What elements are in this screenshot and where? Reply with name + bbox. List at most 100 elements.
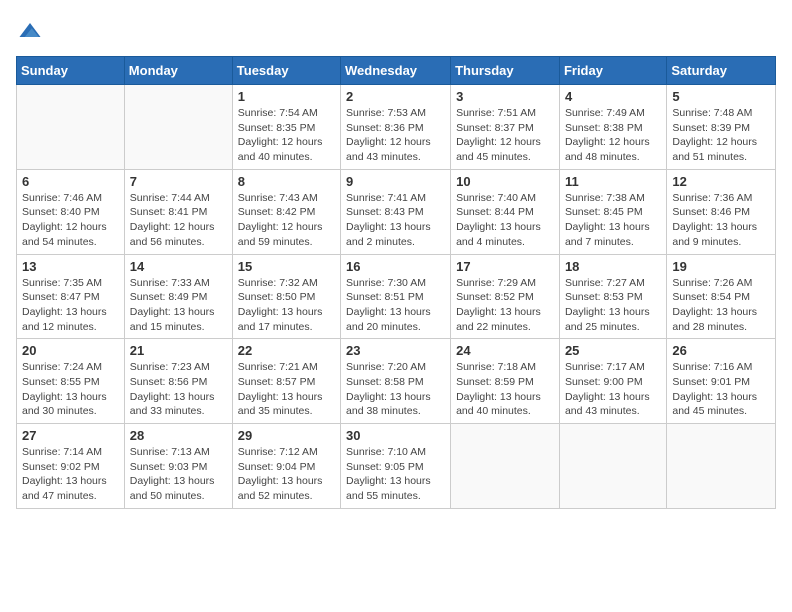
day-info: Sunrise: 7:51 AM Sunset: 8:37 PM Dayligh… <box>456 106 554 165</box>
day-info: Sunrise: 7:18 AM Sunset: 8:59 PM Dayligh… <box>456 360 554 419</box>
day-info: Sunrise: 7:49 AM Sunset: 8:38 PM Dayligh… <box>565 106 661 165</box>
day-number: 24 <box>456 343 554 358</box>
weekday-header: Monday <box>124 57 232 85</box>
day-number: 21 <box>130 343 227 358</box>
day-number: 9 <box>346 174 445 189</box>
day-info: Sunrise: 7:53 AM Sunset: 8:36 PM Dayligh… <box>346 106 445 165</box>
calendar-cell: 13Sunrise: 7:35 AM Sunset: 8:47 PM Dayli… <box>17 254 125 339</box>
day-info: Sunrise: 7:35 AM Sunset: 8:47 PM Dayligh… <box>22 276 119 335</box>
calendar-cell <box>559 424 666 509</box>
weekday-header: Wednesday <box>341 57 451 85</box>
calendar-cell: 22 Sunrise: 7:21 AM Sunset: 8:57 PM Dayli… <box>232 339 340 424</box>
calendar-cell: 18 Sunrise: 7:27 AM Sunset: 8:53 PM Dayli… <box>559 254 666 339</box>
day-info: Sunrise: 7:40 AM Sunset: 8:44 PM Dayligh… <box>456 191 554 250</box>
day-number: 7 <box>130 174 227 189</box>
day-number: 17 <box>456 259 554 274</box>
day-number: 23 <box>346 343 445 358</box>
weekday-header: Friday <box>559 57 666 85</box>
weekday-header: Tuesday <box>232 57 340 85</box>
day-info: Sunrise: 7:16 AM Sunset: 9:01 PM Dayligh… <box>672 360 770 419</box>
calendar-cell: 26 Sunrise: 7:16 AM Sunset: 9:01 PM Dayli… <box>667 339 776 424</box>
calendar-cell: 2 Sunrise: 7:53 AM Sunset: 8:36 PM Daylig… <box>341 85 451 170</box>
day-number: 27 <box>22 428 119 443</box>
day-info: Sunrise: 7:32 AM Sunset: 8:50 PM Dayligh… <box>238 276 335 335</box>
calendar-cell <box>451 424 560 509</box>
day-info: Sunrise: 7:36 AM Sunset: 8:46 PM Dayligh… <box>672 191 770 250</box>
calendar-cell: 4 Sunrise: 7:49 AM Sunset: 8:38 PM Daylig… <box>559 85 666 170</box>
calendar-cell: 8 Sunrise: 7:43 AM Sunset: 8:42 PM Daylig… <box>232 169 340 254</box>
day-info: Sunrise: 7:12 AM Sunset: 9:04 PM Dayligh… <box>238 445 335 504</box>
weekday-header: Thursday <box>451 57 560 85</box>
calendar-cell: 15 Sunrise: 7:32 AM Sunset: 8:50 PM Dayli… <box>232 254 340 339</box>
calendar-cell <box>667 424 776 509</box>
calendar-week-row: 6 Sunrise: 7:46 AM Sunset: 8:40 PM Daylig… <box>17 169 776 254</box>
day-number: 26 <box>672 343 770 358</box>
logo <box>16 16 48 44</box>
day-number: 25 <box>565 343 661 358</box>
calendar-cell: 11 Sunrise: 7:38 AM Sunset: 8:45 PM Dayli… <box>559 169 666 254</box>
calendar-cell: 12 Sunrise: 7:36 AM Sunset: 8:46 PM Dayli… <box>667 169 776 254</box>
day-info: Sunrise: 7:10 AM Sunset: 9:05 PM Dayligh… <box>346 445 445 504</box>
day-info: Sunrise: 7:27 AM Sunset: 8:53 PM Dayligh… <box>565 276 661 335</box>
day-number: 10 <box>456 174 554 189</box>
day-info: Sunrise: 7:13 AM Sunset: 9:03 PM Dayligh… <box>130 445 227 504</box>
day-number: 4 <box>565 89 661 104</box>
calendar-cell: 17 Sunrise: 7:29 AM Sunset: 8:52 PM Dayli… <box>451 254 560 339</box>
day-number: 19 <box>672 259 770 274</box>
calendar-cell: 30 Sunrise: 7:10 AM Sunset: 9:05 PM Dayli… <box>341 424 451 509</box>
calendar-week-row: 20 Sunrise: 7:24 AM Sunset: 8:55 PM Dayli… <box>17 339 776 424</box>
day-info: Sunrise: 7:46 AM Sunset: 8:40 PM Dayligh… <box>22 191 119 250</box>
calendar-cell: 1Sunrise: 7:54 AM Sunset: 8:35 PM Daylig… <box>232 85 340 170</box>
day-number: 28 <box>130 428 227 443</box>
day-number: 8 <box>238 174 335 189</box>
day-number: 12 <box>672 174 770 189</box>
page-header <box>16 16 776 44</box>
calendar-cell: 29 Sunrise: 7:12 AM Sunset: 9:04 PM Dayli… <box>232 424 340 509</box>
calendar-cell <box>124 85 232 170</box>
calendar-week-row: 13Sunrise: 7:35 AM Sunset: 8:47 PM Dayli… <box>17 254 776 339</box>
day-info: Sunrise: 7:38 AM Sunset: 8:45 PM Dayligh… <box>565 191 661 250</box>
calendar-cell: 6 Sunrise: 7:46 AM Sunset: 8:40 PM Daylig… <box>17 169 125 254</box>
calendar-cell: 20 Sunrise: 7:24 AM Sunset: 8:55 PM Dayli… <box>17 339 125 424</box>
day-number: 2 <box>346 89 445 104</box>
day-info: Sunrise: 7:30 AM Sunset: 8:51 PM Dayligh… <box>346 276 445 335</box>
day-number: 20 <box>22 343 119 358</box>
day-info: Sunrise: 7:44 AM Sunset: 8:41 PM Dayligh… <box>130 191 227 250</box>
day-info: Sunrise: 7:24 AM Sunset: 8:55 PM Dayligh… <box>22 360 119 419</box>
calendar-cell: 21Sunrise: 7:23 AM Sunset: 8:56 PM Dayli… <box>124 339 232 424</box>
day-number: 6 <box>22 174 119 189</box>
day-number: 16 <box>346 259 445 274</box>
calendar-cell: 14 Sunrise: 7:33 AM Sunset: 8:49 PM Dayli… <box>124 254 232 339</box>
day-number: 5 <box>672 89 770 104</box>
day-info: Sunrise: 7:48 AM Sunset: 8:39 PM Dayligh… <box>672 106 770 165</box>
day-info: Sunrise: 7:41 AM Sunset: 8:43 PM Dayligh… <box>346 191 445 250</box>
weekday-header: Sunday <box>17 57 125 85</box>
day-info: Sunrise: 7:21 AM Sunset: 8:57 PM Dayligh… <box>238 360 335 419</box>
day-info: Sunrise: 7:14 AM Sunset: 9:02 PM Dayligh… <box>22 445 119 504</box>
calendar-cell: 19 Sunrise: 7:26 AM Sunset: 8:54 PM Dayli… <box>667 254 776 339</box>
day-number: 3 <box>456 89 554 104</box>
calendar-cell: 9 Sunrise: 7:41 AM Sunset: 8:43 PM Daylig… <box>341 169 451 254</box>
day-info: Sunrise: 7:20 AM Sunset: 8:58 PM Dayligh… <box>346 360 445 419</box>
day-number: 14 <box>130 259 227 274</box>
calendar-cell: 24 Sunrise: 7:18 AM Sunset: 8:59 PM Dayli… <box>451 339 560 424</box>
day-info: Sunrise: 7:26 AM Sunset: 8:54 PM Dayligh… <box>672 276 770 335</box>
day-number: 18 <box>565 259 661 274</box>
calendar-cell: 16 Sunrise: 7:30 AM Sunset: 8:51 PM Dayli… <box>341 254 451 339</box>
calendar-cell: 23 Sunrise: 7:20 AM Sunset: 8:58 PM Dayli… <box>341 339 451 424</box>
day-number: 29 <box>238 428 335 443</box>
day-info: Sunrise: 7:54 AM Sunset: 8:35 PM Dayligh… <box>238 106 335 165</box>
calendar-week-row: 1Sunrise: 7:54 AM Sunset: 8:35 PM Daylig… <box>17 85 776 170</box>
calendar-cell: 28 Sunrise: 7:13 AM Sunset: 9:03 PM Dayli… <box>124 424 232 509</box>
calendar-cell: 5 Sunrise: 7:48 AM Sunset: 8:39 PM Daylig… <box>667 85 776 170</box>
day-number: 30 <box>346 428 445 443</box>
day-info: Sunrise: 7:43 AM Sunset: 8:42 PM Dayligh… <box>238 191 335 250</box>
calendar-cell <box>17 85 125 170</box>
day-info: Sunrise: 7:17 AM Sunset: 9:00 PM Dayligh… <box>565 360 661 419</box>
calendar-cell: 10 Sunrise: 7:40 AM Sunset: 8:44 PM Dayli… <box>451 169 560 254</box>
day-info: Sunrise: 7:29 AM Sunset: 8:52 PM Dayligh… <box>456 276 554 335</box>
day-number: 11 <box>565 174 661 189</box>
day-info: Sunrise: 7:33 AM Sunset: 8:49 PM Dayligh… <box>130 276 227 335</box>
day-number: 22 <box>238 343 335 358</box>
day-number: 15 <box>238 259 335 274</box>
